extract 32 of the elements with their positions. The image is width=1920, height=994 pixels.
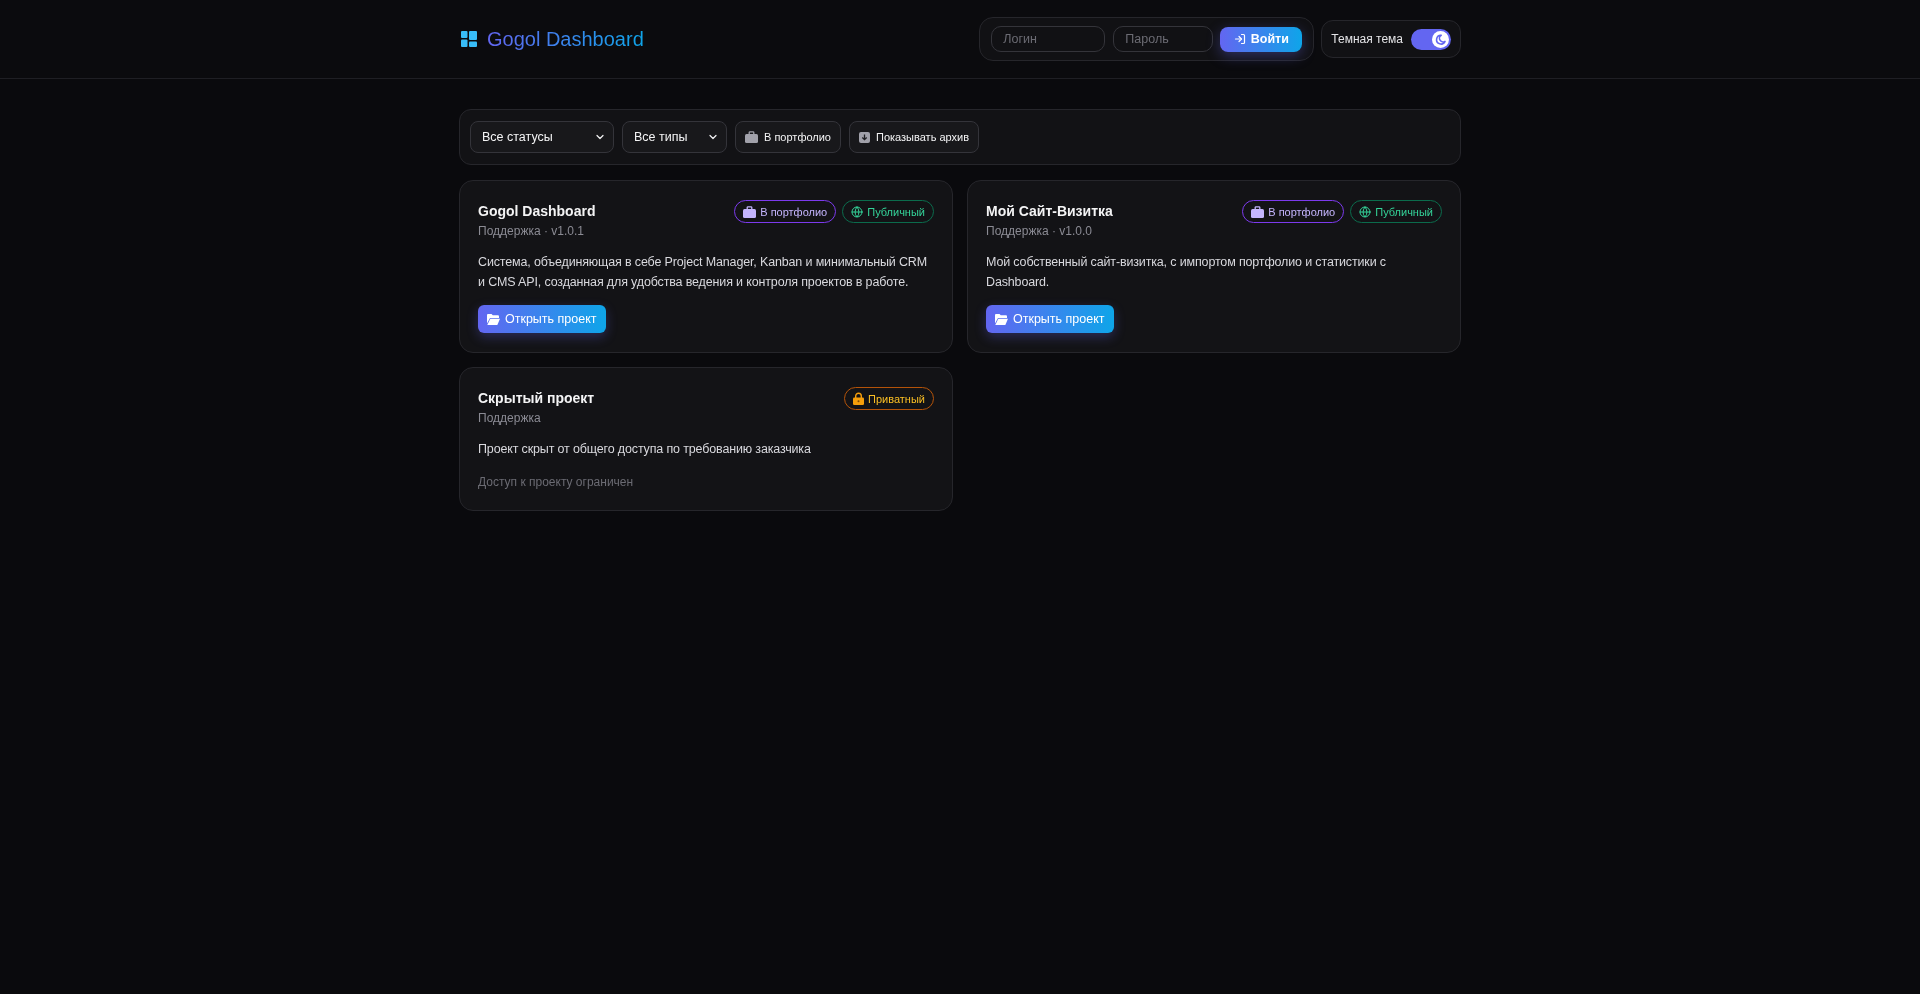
portfolio-filter-button[interactable]: В портфолио bbox=[735, 121, 841, 153]
log-in-icon bbox=[1233, 33, 1246, 45]
globe-icon bbox=[1359, 205, 1372, 218]
password-field[interactable]: Пароль bbox=[1113, 26, 1214, 52]
briefcase-icon bbox=[1251, 205, 1265, 218]
folder-icon bbox=[487, 313, 500, 325]
show-archive-button[interactable]: Показывать архив bbox=[849, 121, 980, 153]
briefcase-icon bbox=[745, 131, 758, 143]
archive-download-icon bbox=[859, 131, 870, 143]
access-restricted-text: Доступ к проекту ограничен bbox=[478, 474, 635, 491]
theme-toggle[interactable] bbox=[1411, 28, 1451, 50]
globe-icon bbox=[851, 205, 864, 218]
project-meta: Поддержка bbox=[478, 410, 542, 427]
project-title: Мой Сайт-Визитка bbox=[986, 202, 1113, 221]
briefcase-icon bbox=[743, 205, 757, 218]
folder-icon bbox=[995, 313, 1008, 325]
lock-icon bbox=[853, 392, 865, 405]
login-field[interactable]: Логин bbox=[991, 26, 1106, 52]
open-project-button[interactable]: Открыть проект bbox=[478, 305, 606, 333]
project-description: Проект скрыт от общего доступа по требованию заказчика bbox=[478, 441, 812, 458]
project-meta: Поддержка · v1.0.0 bbox=[986, 223, 1093, 240]
project-description: Система, объединяющая в себе Project Manager, Kanban и минимальный CRM и CMS API, созданная для удобства ведения и контроля проектов в работе. bbox=[478, 254, 928, 291]
open-project-button[interactable]: Открыть проект bbox=[986, 305, 1114, 333]
grid-logo-icon bbox=[461, 31, 477, 47]
project-title: Скрытый проект bbox=[478, 389, 595, 408]
project-description: Мой собственный сайт-визитка, с импортом портфолио и статистики с Dashboard. bbox=[986, 254, 1387, 291]
type-select[interactable]: Все типы bbox=[622, 121, 727, 153]
project-meta: Поддержка · v1.0.1 bbox=[478, 223, 585, 240]
moon-icon bbox=[1432, 30, 1449, 48]
project-title: Gogol Dashboard bbox=[478, 202, 596, 221]
status-select[interactable]: Все статусы bbox=[470, 121, 614, 153]
theme-label: Темная тема bbox=[1331, 32, 1403, 46]
